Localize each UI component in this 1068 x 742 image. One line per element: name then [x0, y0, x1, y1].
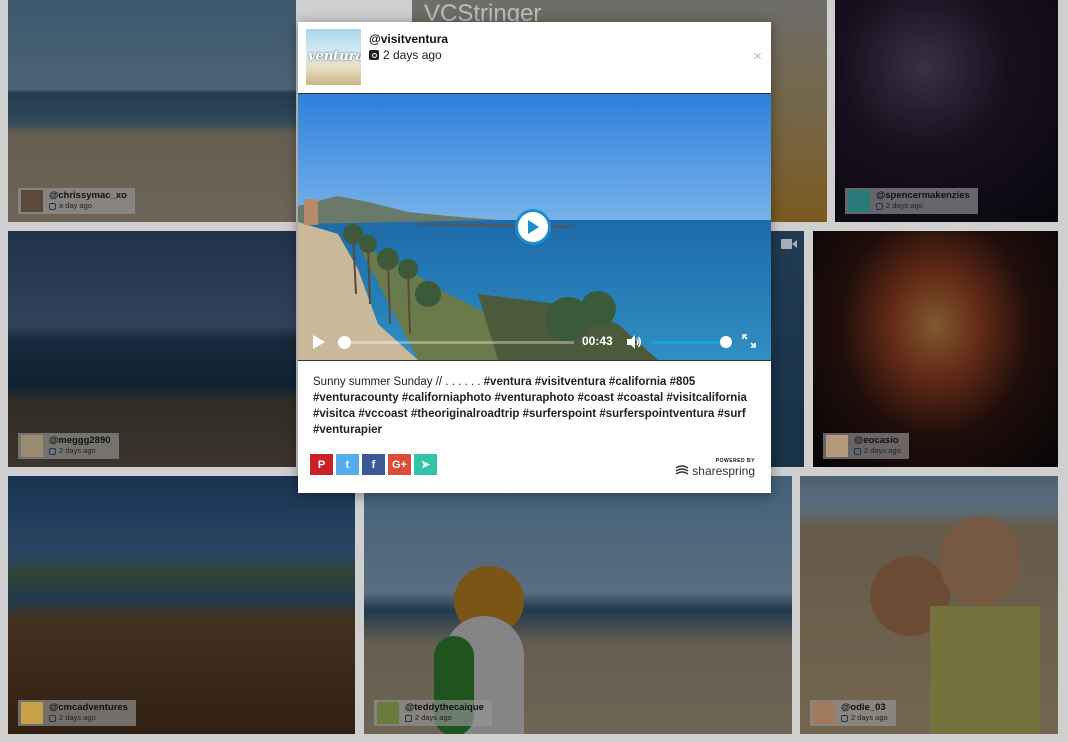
tile-time: a day ago — [59, 201, 92, 210]
tile-caption: @teddythecaique 2 days ago — [374, 700, 492, 726]
tile-username: @eocasio — [854, 435, 899, 446]
avatar — [21, 702, 43, 724]
tile-caption: @odie_03 2 days ago — [810, 700, 896, 726]
feed-tile-meggg2890[interactable]: @meggg2890 2 days ago — [8, 231, 296, 467]
video-controls: 00:43 — [298, 324, 771, 360]
tile-caption: @cmcadventures 2 days ago — [18, 700, 136, 726]
feed-tile-teddythecaique[interactable]: @teddythecaique 2 days ago — [364, 476, 792, 734]
pinterest-icon: P — [317, 458, 326, 471]
tile-username: @chrissymac_xo — [49, 190, 127, 201]
caption-hashtags[interactable]: #ventura #visitventura #california #805 — [484, 376, 696, 388]
instagram-icon — [49, 714, 56, 722]
feed-tile-cmcadventures[interactable]: @cmcadventures 2 days ago — [8, 476, 355, 734]
tile-time: 2 days ago — [59, 446, 96, 455]
play-icon — [528, 220, 539, 234]
share-buttons: P t f G+ ➤ — [310, 454, 437, 475]
telegram-icon: ➤ — [420, 459, 431, 471]
post-modal: ventura @visitventura 2 days ago × 00:43… — [298, 22, 771, 493]
tile-caption: @chrissymac_xo a day ago — [18, 188, 135, 214]
avatar — [813, 702, 835, 724]
caption-hashtags-more[interactable]: #venturacounty #californiaphoto #ventura… — [313, 392, 747, 436]
tile-time: 2 days ago — [886, 201, 923, 210]
instagram-icon — [841, 714, 848, 722]
telegram-share-button[interactable]: ➤ — [414, 454, 437, 475]
pinterest-share-button[interactable]: P — [310, 454, 333, 475]
progress-knob[interactable] — [338, 336, 351, 349]
avatar — [21, 435, 43, 457]
tile-username: @spencermakenzies — [876, 190, 970, 201]
fullscreen-icon[interactable] — [742, 334, 756, 348]
video-progress-bar[interactable] — [338, 336, 574, 349]
tile-caption: @eocasio 2 days ago — [823, 433, 909, 459]
feed-tile-spencermakenzies[interactable]: @spencermakenzies 2 days ago — [835, 0, 1058, 222]
account-avatar[interactable]: ventura — [306, 29, 361, 85]
tile-time: 2 days ago — [851, 713, 888, 722]
caption-text: Sunny summer Sunday // . . . . . . — [313, 376, 484, 388]
tile-username: @meggg2890 — [49, 435, 111, 446]
avatar — [21, 190, 43, 212]
sharespring-logo-icon — [675, 465, 689, 475]
post-username[interactable]: @visitventura — [369, 32, 448, 46]
instagram-icon — [854, 447, 861, 455]
powered-by[interactable]: POWERED BY sharespring — [675, 458, 755, 478]
tile-time: 2 days ago — [59, 713, 96, 722]
video-duration: 00:43 — [582, 334, 613, 348]
video-camera-icon — [781, 239, 797, 249]
instagram-icon — [405, 714, 412, 722]
twitter-icon: t — [345, 458, 350, 471]
googleplus-share-button[interactable]: G+ — [388, 454, 411, 475]
avatar — [848, 190, 870, 212]
googleplus-icon: G+ — [392, 458, 407, 471]
instagram-icon — [49, 447, 56, 455]
video-player[interactable]: 00:43 — [298, 93, 771, 361]
tile-username: @odie_03 — [841, 702, 886, 713]
play-icon[interactable] — [312, 334, 326, 350]
volume-icon[interactable] — [626, 334, 642, 350]
feed-tile-chrissymac[interactable]: @chrissymac_xo a day ago — [8, 0, 296, 222]
feed-tile-eocasio[interactable]: @eocasio 2 days ago — [813, 231, 1058, 467]
post-timestamp: 2 days ago — [369, 48, 442, 62]
video-play-button[interactable] — [515, 209, 551, 245]
instagram-icon — [876, 202, 883, 210]
twitter-share-button[interactable]: t — [336, 454, 359, 475]
tile-username: @cmcadventures — [49, 702, 128, 713]
brand-name: sharespring — [692, 464, 755, 478]
tile-caption: @spencermakenzies 2 days ago — [845, 188, 978, 214]
tile-time: 2 days ago — [864, 446, 901, 455]
post-caption: Sunny summer Sunday // . . . . . . #vent… — [313, 374, 753, 438]
instagram-icon — [369, 50, 379, 60]
modal-header: ventura @visitventura 2 days ago × — [298, 22, 771, 93]
tile-username: @teddythecaique — [405, 702, 484, 713]
avatar-logo-text: ventura — [308, 49, 361, 64]
facebook-share-button[interactable]: f — [362, 454, 385, 475]
volume-slider[interactable] — [651, 336, 732, 348]
instagram-icon — [49, 202, 56, 210]
close-button[interactable]: × — [753, 48, 762, 65]
volume-knob[interactable] — [720, 336, 732, 348]
avatar — [826, 435, 848, 457]
facebook-icon: f — [371, 458, 376, 471]
tile-time: 2 days ago — [415, 713, 452, 722]
feed-tile-odie03[interactable]: @odie_03 2 days ago — [800, 476, 1058, 734]
tile-caption: @meggg2890 2 days ago — [18, 433, 119, 459]
avatar — [377, 702, 399, 724]
